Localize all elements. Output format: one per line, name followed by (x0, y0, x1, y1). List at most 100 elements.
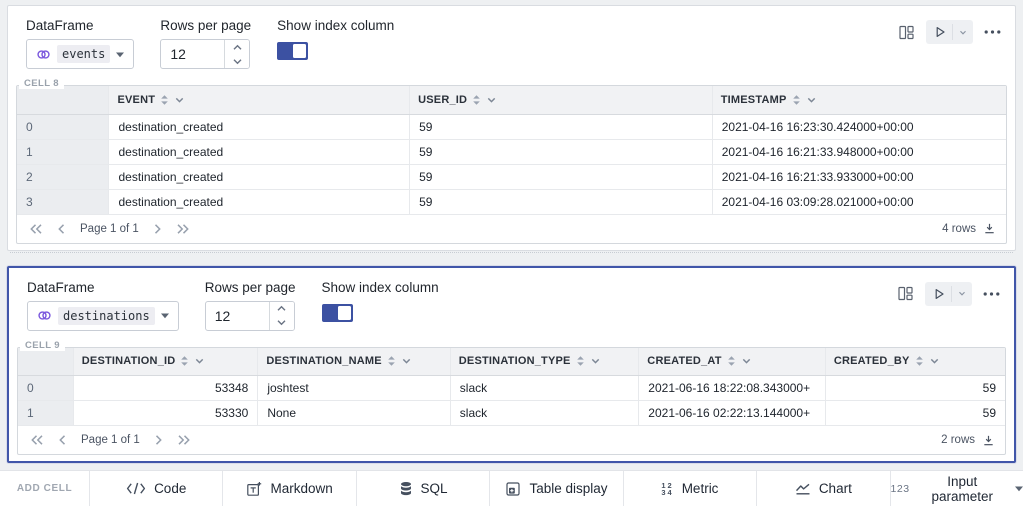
stepper-controls (269, 302, 294, 330)
run-options-button[interactable] (951, 286, 972, 302)
pagination-bar: Page 1 of 1 4 rows (17, 215, 1006, 243)
sort-icon[interactable] (160, 94, 169, 106)
prev-page-button[interactable] (58, 434, 67, 446)
next-page-button[interactable] (153, 223, 162, 235)
column-menu-chevron-icon[interactable] (486, 95, 497, 105)
prev-page-button[interactable] (57, 223, 66, 235)
decrement-button[interactable] (225, 54, 249, 68)
table-cell: slack (450, 401, 639, 426)
table-row: 0destination_created592021-04-16 16:23:3… (17, 114, 1006, 139)
sort-icon[interactable] (915, 355, 924, 367)
cell-menu-button[interactable] (981, 290, 1002, 298)
column-header[interactable]: USER_ID (410, 86, 713, 114)
dataframe-name: events (57, 45, 110, 63)
column-header[interactable]: CREATED_BY (825, 348, 1005, 376)
table-cell: 59 (410, 139, 713, 164)
column-header[interactable]: CREATED_AT (639, 348, 826, 376)
dataframe-control: DataFrame destinations (27, 280, 179, 331)
column-header[interactable]: TIMESTAMP (712, 86, 1006, 114)
add-cell-item-label: Input parameter (918, 474, 1007, 504)
column-header[interactable]: EVENT (109, 86, 410, 114)
first-page-button[interactable] (29, 223, 43, 235)
run-options-button[interactable] (952, 24, 973, 40)
add-cell-code-button[interactable]: Code (89, 471, 222, 506)
last-page-button[interactable] (177, 434, 191, 446)
show-index-toggle[interactable] (322, 304, 353, 322)
rows-per-page-label: Rows per page (160, 18, 251, 33)
pagination-nav: Page 1 of 1 (30, 434, 191, 446)
column-header[interactable]: DESTINATION_ID (73, 348, 258, 376)
column-menu-chevron-icon[interactable] (806, 95, 817, 105)
run-cell-button[interactable] (926, 25, 952, 39)
chain-link-icon (37, 308, 52, 323)
decrement-button[interactable] (270, 316, 294, 330)
add-cell-table-display-button[interactable]: Table display (489, 471, 622, 506)
row-index: 1 (17, 139, 109, 164)
data-table: DESTINATION_ID DESTINATION_NAMEDESTINATIO… (18, 348, 1005, 427)
dataframe-name: destinations (58, 307, 155, 325)
sort-icon[interactable] (180, 355, 189, 367)
table-cell: destination_created (109, 114, 410, 139)
column-menu-chevron-icon[interactable] (174, 95, 185, 105)
table-cell: 2021-04-16 03:09:28.021000+00:00 (712, 189, 1006, 214)
run-cell-button[interactable] (925, 287, 951, 301)
column-menu-chevron-icon[interactable] (929, 356, 940, 366)
add-cell-metric-button[interactable]: 1234Metric (623, 471, 756, 506)
column-header[interactable]: DESTINATION_NAME (258, 348, 450, 376)
add-cell-markdown-button[interactable]: Markdown (222, 471, 355, 506)
column-menu-chevron-icon[interactable] (741, 356, 752, 366)
last-page-button[interactable] (176, 223, 190, 235)
dataframe-control: DataFrame events (26, 18, 134, 69)
sort-icon[interactable] (387, 355, 396, 367)
show-index-toggle[interactable] (277, 42, 308, 60)
column-menu-chevron-icon[interactable] (401, 356, 412, 366)
add-cell-item-label: Chart (819, 481, 852, 496)
sort-icon[interactable] (576, 355, 585, 367)
cell-header: DataFrame events Rows per page 12 (16, 14, 1007, 69)
columns-layout-button[interactable] (896, 22, 917, 43)
column-header[interactable]: DESTINATION_TYPE (450, 348, 639, 376)
column-header-content: DESTINATION_ID (82, 355, 250, 367)
first-page-button[interactable] (30, 434, 44, 446)
increment-button[interactable] (270, 302, 294, 316)
cell-type-label: DataFrame (26, 18, 134, 33)
add-cell-sql-button[interactable]: SQL (356, 471, 489, 506)
chevron-right-icon (153, 223, 162, 235)
notebook-cells: DataFrame events Rows per page 12 (0, 0, 1023, 463)
rows-per-page-control: Rows per page 12 (205, 280, 296, 331)
column-header-content: CREATED_BY (834, 355, 997, 367)
column-header-content: EVENT (117, 94, 401, 106)
download-button[interactable] (983, 222, 996, 235)
dataframe-select[interactable]: events (26, 39, 134, 69)
toggle-knob (338, 306, 351, 320)
add-cell-item-label: SQL (421, 481, 448, 496)
column-name: CREATED_BY (834, 355, 910, 367)
column-menu-chevron-icon[interactable] (590, 356, 601, 366)
table-cell: 2021-06-16 18:22:08.343000+ (639, 376, 826, 401)
table-cell: destination_created (109, 164, 410, 189)
add-cell-item-label: Metric (682, 481, 719, 496)
add-cell-item-label: Markdown (270, 481, 332, 496)
rows-per-page-input[interactable]: 12 (160, 39, 250, 69)
increment-button[interactable] (225, 40, 249, 54)
column-menu-chevron-icon[interactable] (194, 356, 205, 366)
rows-per-page-input[interactable]: 12 (205, 301, 295, 331)
column-name: EVENT (117, 94, 155, 106)
add-cell-label: ADD CELL (0, 471, 89, 506)
next-page-button[interactable] (154, 434, 163, 446)
download-button[interactable] (982, 434, 995, 447)
show-index-control: Show index column (322, 280, 439, 331)
dataframe-select[interactable]: destinations (27, 301, 179, 331)
add-cell-chart-button[interactable]: Chart (756, 471, 889, 506)
column-name: USER_ID (418, 94, 467, 106)
cell-controls: DataFrame events Rows per page 12 (26, 18, 394, 69)
columns-layout-button[interactable] (895, 283, 916, 304)
sort-icon[interactable] (472, 94, 481, 106)
rows-per-page-label: Rows per page (205, 280, 296, 295)
sort-icon[interactable] (727, 355, 736, 367)
sort-icon[interactable] (792, 94, 801, 106)
add-cell-input-parameter-button[interactable]: 123Input parameter (890, 471, 1023, 506)
more-menu-icon (984, 30, 1001, 34)
cell-menu-button[interactable] (982, 28, 1003, 36)
chevron-left-icon (58, 434, 67, 446)
